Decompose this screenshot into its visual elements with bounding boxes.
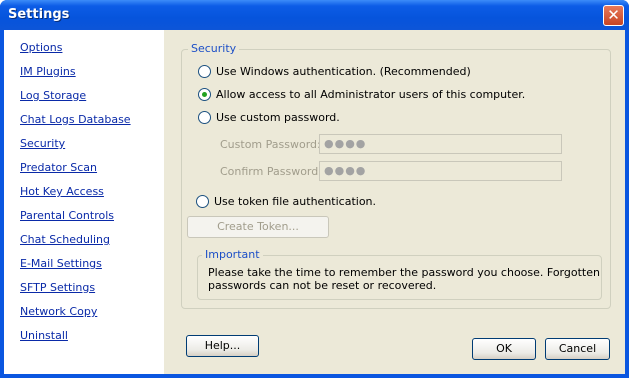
confirm-password-label: Confirm Password:	[220, 165, 322, 178]
admin-access-radio[interactable]	[198, 88, 211, 101]
admin-access-label[interactable]: Allow access to all Administrator users …	[216, 88, 525, 101]
custom-password-radio[interactable]	[198, 111, 211, 124]
important-group-legend: Important	[202, 248, 263, 261]
security-group: Security Use Windows authentication. (Re…	[181, 42, 611, 309]
sidebar: Options IM Plugins Log Storage Chat Logs…	[4, 30, 164, 374]
custom-password-label: Custom Password:	[220, 138, 321, 151]
sidebar-item-parental-controls[interactable]: Parental Controls	[20, 209, 114, 222]
help-button[interactable]: Help...	[186, 335, 259, 357]
window-title: Settings	[8, 7, 70, 22]
important-note-line-2: passwords can not be reset or recovered.	[208, 279, 437, 292]
cancel-button[interactable]: Cancel	[545, 338, 610, 360]
ok-button[interactable]: OK	[472, 338, 536, 360]
security-group-legend: Security	[188, 42, 240, 55]
custom-password-field[interactable]: ●●●●	[319, 134, 562, 154]
sidebar-item-email-settings[interactable]: E-Mail Settings	[20, 257, 102, 270]
token-auth-label[interactable]: Use token file authentication.	[214, 195, 376, 208]
sidebar-item-options[interactable]: Options	[20, 41, 62, 54]
sidebar-item-security[interactable]: Security	[20, 137, 65, 150]
sidebar-item-chat-scheduling[interactable]: Chat Scheduling	[20, 233, 110, 246]
sidebar-item-im-plugins[interactable]: IM Plugins	[20, 65, 76, 78]
important-note-line-1: Please take the time to remember the pas…	[208, 266, 600, 279]
confirm-password-field[interactable]: ●●●●	[319, 161, 562, 181]
sidebar-item-sftp-settings[interactable]: SFTP Settings	[20, 281, 95, 294]
sidebar-item-log-storage[interactable]: Log Storage	[20, 89, 86, 102]
close-button[interactable]: ✕	[603, 5, 624, 26]
token-auth-radio[interactable]	[196, 195, 209, 208]
windows-auth-label[interactable]: Use Windows authentication. (Recommended…	[216, 65, 471, 78]
sidebar-item-uninstall[interactable]: Uninstall	[20, 329, 68, 342]
settings-window: Settings ✕ Options IM Plugins Log Storag…	[0, 0, 629, 378]
title-bar[interactable]: Settings ✕	[0, 0, 629, 30]
sidebar-item-hot-key-access[interactable]: Hot Key Access	[20, 185, 104, 198]
create-token-button[interactable]: Create Token...	[187, 216, 329, 238]
sidebar-item-chat-logs-database[interactable]: Chat Logs Database	[20, 113, 131, 126]
sidebar-item-network-copy[interactable]: Network Copy	[20, 305, 97, 318]
important-group: Important Please take the time to rememb…	[197, 248, 602, 300]
windows-auth-radio[interactable]	[198, 65, 211, 78]
sidebar-item-predator-scan[interactable]: Predator Scan	[20, 161, 97, 174]
dialog-body: Options IM Plugins Log Storage Chat Logs…	[4, 30, 625, 374]
close-icon: ✕	[607, 6, 620, 24]
custom-password-radio-label[interactable]: Use custom password.	[216, 111, 340, 124]
